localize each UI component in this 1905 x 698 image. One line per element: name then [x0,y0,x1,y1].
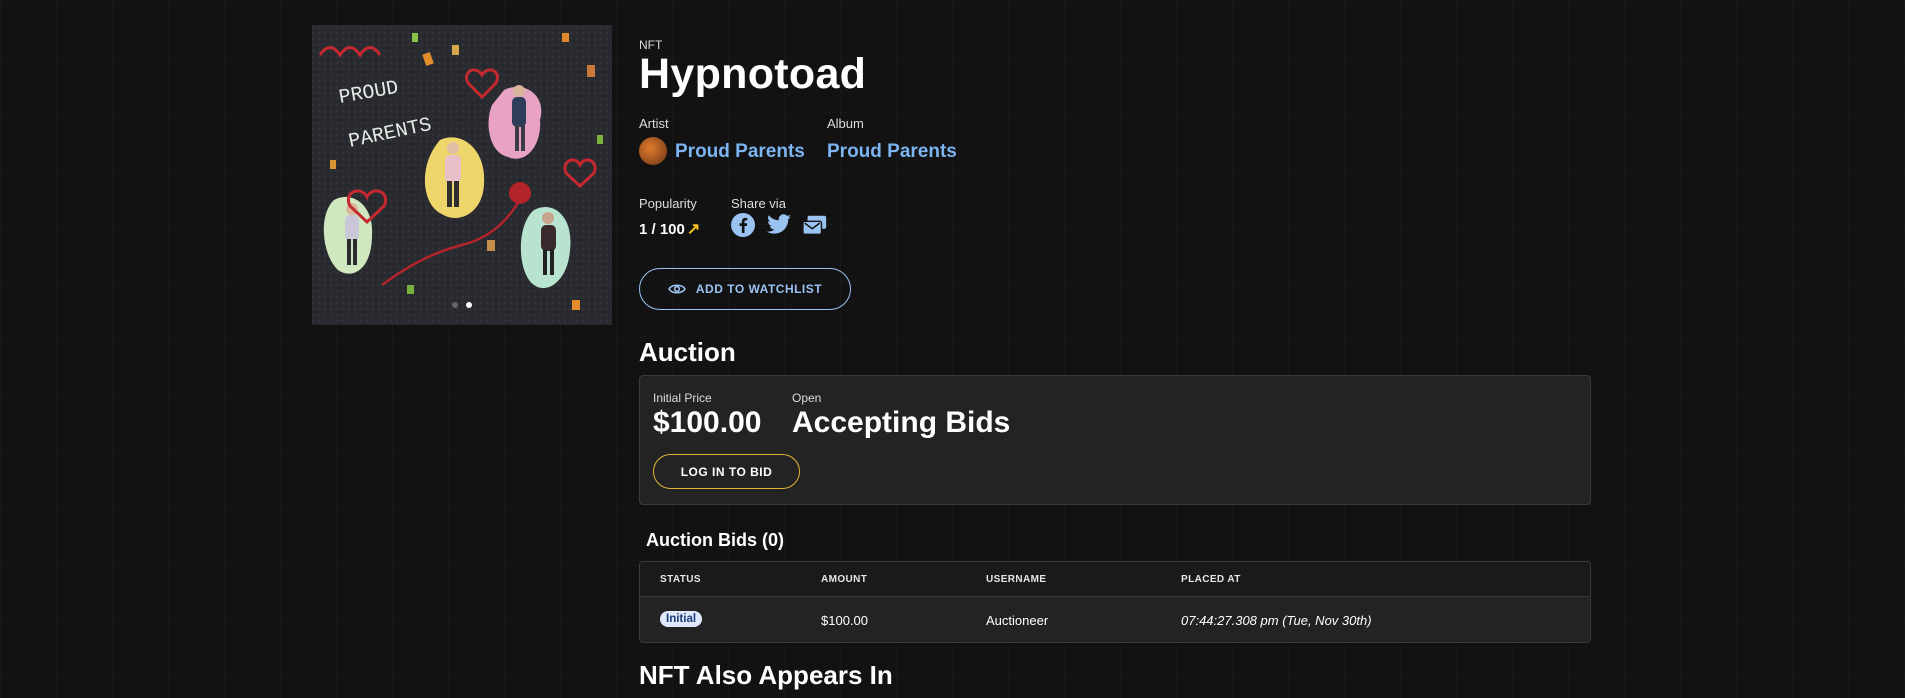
artist-label: Artist [639,116,669,131]
auction-panel: Initial Price $100.00 Open Accepting Bid… [639,375,1591,505]
column-status[interactable]: STATUS [660,574,701,585]
initial-price-value: $100.00 [653,406,762,439]
bid-placed-at: 07:44:27.308 pm (Tue, Nov 30th) [1181,613,1372,628]
table-row: Initial $100.00 Auctioneer 07:44:27.308 … [640,597,1590,642]
artist-avatar[interactable] [639,137,667,165]
add-to-watchlist-button[interactable]: ADD TO WATCHLIST [639,268,851,310]
popularity-score: 1 / 100 [639,221,685,238]
bids-table: STATUS AMOUNT USERNAME PLACED AT Initial… [639,561,1591,643]
twitter-icon[interactable] [766,212,792,238]
share-icons [730,212,828,238]
bid-username: Auctioneer [986,613,1049,628]
popularity-label: Popularity [639,196,697,211]
auction-status-value: Accepting Bids [792,406,1011,439]
carousel-dots [312,295,612,313]
auction-heading: Auction [639,337,736,367]
facebook-icon[interactable] [730,212,756,238]
carousel-dot-active[interactable] [466,302,472,308]
status-badge: Initial [660,611,703,627]
auction-bids-heading: Auction Bids (0) [646,530,784,550]
log-in-to-bid-button[interactable]: LOG IN TO BID [653,454,800,489]
auction-status-label: Open [792,391,822,405]
bid-amount: $100.00 [821,613,868,628]
nft-artwork[interactable]: PROUD PARENTS [312,25,612,325]
popularity-value: 1 / 100 ↗ [639,219,700,239]
page-title: Hypnotoad [639,50,867,98]
artwork-image: PROUD PARENTS [312,25,612,325]
trending-up-icon: ↗ [686,221,701,238]
share-label: Share via [731,196,786,211]
column-amount[interactable]: AMOUNT [821,574,867,585]
column-placed-at[interactable]: PLACED AT [1181,574,1241,585]
nft-also-appears-heading: NFT Also Appears In [639,660,893,690]
album-label: Album [827,116,864,131]
watchlist-label: ADD TO WATCHLIST [695,282,823,296]
eye-icon [667,284,686,294]
carousel-dot[interactable] [452,302,458,308]
album-link[interactable]: Proud Parents [827,141,957,163]
share-message-icon[interactable] [802,212,828,238]
table-header: STATUS AMOUNT USERNAME PLACED AT [640,562,1590,597]
initial-price-label: Initial Price [653,391,712,405]
artist-link[interactable]: Proud Parents [675,141,805,163]
column-username[interactable]: USERNAME [986,574,1046,585]
